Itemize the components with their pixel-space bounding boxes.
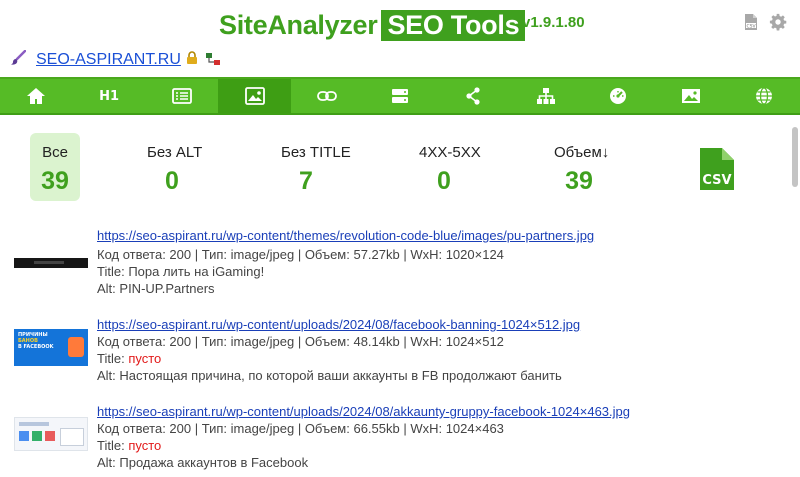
stat-errors-value: 0 bbox=[437, 167, 451, 195]
image-alt: Alt: Настоящая причина, по которой ваши … bbox=[97, 368, 562, 383]
thumb-text-line: В FACEBOOK bbox=[18, 344, 54, 350]
image-alt: Alt: PIN-UP.Partners bbox=[97, 281, 215, 296]
home-icon bbox=[26, 87, 46, 105]
csv-label: CSV bbox=[702, 173, 731, 188]
tab-h1-label: H1 bbox=[99, 88, 120, 104]
image-title-value: пусто bbox=[128, 438, 162, 453]
stat-no-title[interactable]: Без TITLE 7 bbox=[281, 133, 351, 201]
list-item: https://seo-aspirant.ru/wp-content/theme… bbox=[0, 228, 790, 300]
image-meta: Код ответа: 200 | Тип: image/jpeg | Объе… bbox=[97, 421, 504, 436]
site-domain-link[interactable]: SEO-ASPIRANT.RU bbox=[36, 51, 181, 69]
stat-all-value: 39 bbox=[41, 167, 69, 195]
lock-icon bbox=[186, 51, 198, 69]
stat-all[interactable]: Все 39 bbox=[30, 133, 80, 201]
app-title-text: SiteAnalyzer bbox=[219, 10, 378, 40]
list-item: https://seo-aspirant.ru/wp-content/uploa… bbox=[0, 404, 790, 476]
stat-no-alt-value: 0 bbox=[165, 167, 179, 195]
stat-size[interactable]: Объем↓ 39 bbox=[554, 133, 610, 201]
stat-all-label: Все bbox=[42, 144, 68, 161]
app-header: SiteAnalyzer SEO Tools v1.9.1.80 CSV bbox=[0, 0, 800, 44]
tab-home[interactable] bbox=[0, 79, 73, 113]
list-icon bbox=[171, 88, 192, 104]
tab-links[interactable] bbox=[291, 79, 364, 113]
image-title: Title: пусто bbox=[97, 438, 161, 453]
stat-no-title-label: Без TITLE bbox=[281, 144, 351, 161]
redirect-icon[interactable] bbox=[205, 52, 220, 68]
image-thumbnail[interactable]: ПРИЧИНЫ БАНОВ В FACEBOOK bbox=[14, 329, 88, 366]
stat-no-alt[interactable]: Без ALT 0 bbox=[147, 133, 203, 201]
image-thumbnail[interactable] bbox=[14, 258, 88, 268]
image-title-label: Title: bbox=[97, 264, 125, 279]
image-icon bbox=[244, 87, 265, 105]
gauge-icon bbox=[609, 87, 627, 105]
image-thumbnail[interactable] bbox=[14, 417, 88, 451]
image-meta: Код ответа: 200 | Тип: image/jpeg | Объе… bbox=[97, 247, 504, 262]
stat-no-alt-label: Без ALT bbox=[147, 144, 203, 161]
gear-icon[interactable] bbox=[769, 13, 787, 35]
link-icon bbox=[317, 90, 338, 102]
brush-icon[interactable] bbox=[10, 49, 27, 70]
tab-images[interactable] bbox=[218, 79, 291, 113]
image-title-label: Title: bbox=[97, 438, 125, 453]
export-file-icon[interactable]: CSV bbox=[744, 13, 758, 35]
tab-pictures[interactable] bbox=[655, 79, 728, 113]
svg-text:CSV: CSV bbox=[746, 23, 756, 29]
image-title: Title: пусто bbox=[97, 351, 161, 366]
tab-speed[interactable] bbox=[582, 79, 655, 113]
globe-icon bbox=[755, 87, 773, 105]
stat-size-value: 39 bbox=[565, 167, 593, 195]
share-icon bbox=[465, 87, 481, 105]
tab-list[interactable] bbox=[145, 79, 218, 113]
tab-sitemap[interactable] bbox=[509, 79, 582, 113]
image-alt: Alt: Продажа аккаунтов в Facebook bbox=[97, 455, 309, 470]
image-url-link[interactable]: https://seo-aspirant.ru/wp-content/uploa… bbox=[97, 404, 630, 419]
image-url-link[interactable]: https://seo-aspirant.ru/wp-content/theme… bbox=[97, 228, 594, 243]
image-title-value: пусто bbox=[128, 351, 162, 366]
list-item: ПРИЧИНЫ БАНОВ В FACEBOOK https://seo-asp… bbox=[0, 317, 790, 389]
app-title: SiteAnalyzer SEO Tools bbox=[219, 10, 526, 41]
main-nav: H1 bbox=[0, 77, 800, 115]
image-title: Title: Пора лить на iGaming! bbox=[97, 264, 264, 279]
sitemap-icon bbox=[536, 87, 556, 105]
image-meta: Код ответа: 200 | Тип: image/jpeg | Объе… bbox=[97, 334, 504, 349]
tab-globe[interactable] bbox=[727, 79, 800, 113]
csv-icon: CSV bbox=[700, 148, 734, 190]
tab-server[interactable] bbox=[364, 79, 437, 113]
tab-h1[interactable]: H1 bbox=[73, 79, 146, 113]
tab-share[interactable] bbox=[436, 79, 509, 113]
app-title-brand: SEO Tools bbox=[381, 10, 526, 41]
stat-errors-label: 4XX-5XX bbox=[419, 144, 481, 161]
stat-size-label: Объем↓ bbox=[554, 144, 610, 161]
site-line: SEO-ASPIRANT.RU bbox=[10, 49, 220, 70]
server-icon bbox=[391, 88, 409, 104]
image-url-link[interactable]: https://seo-aspirant.ru/wp-content/uploa… bbox=[97, 317, 580, 332]
csv-export-button[interactable]: CSV bbox=[696, 146, 738, 192]
image-title-value: Пора лить на iGaming! bbox=[128, 264, 265, 279]
app-version: v1.9.1.80 bbox=[522, 14, 585, 31]
stat-no-title-value: 7 bbox=[299, 167, 313, 195]
scrollbar[interactable] bbox=[792, 127, 798, 187]
stat-errors[interactable]: 4XX-5XX 0 bbox=[419, 133, 481, 201]
image-title-label: Title: bbox=[97, 351, 125, 366]
picture-icon bbox=[681, 88, 701, 104]
